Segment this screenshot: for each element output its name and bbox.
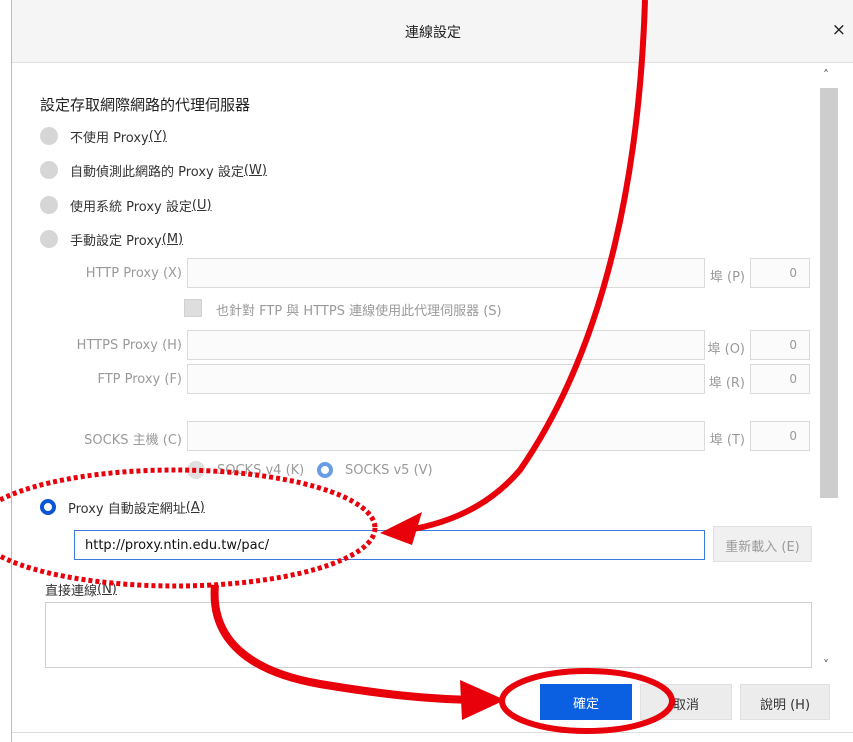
scroll-up-icon[interactable]: ˄ <box>823 68 829 82</box>
radio-no-proxy[interactable]: 不使用 Proxy (Y) <box>40 125 167 147</box>
radio-label: Proxy 自動設定網址 <box>68 501 186 517</box>
socks-host-label: SOCKS 主機 (C) <box>84 433 182 448</box>
socks-host-input[interactable] <box>187 421 705 451</box>
radio-label: 自動偵測此網路的 Proxy 設定 <box>70 164 244 180</box>
https-proxy-label: HTTPS Proxy (H) <box>76 338 182 353</box>
radio-label: SOCKS v4 (K) <box>217 462 305 478</box>
socks-port-input[interactable]: 0 <box>750 421 810 451</box>
radio-system-proxy[interactable]: 使用系統 Proxy 設定 (U) <box>40 194 212 216</box>
no-proxy-for-textarea[interactable] <box>45 602 812 668</box>
radio-socks-v4[interactable]: SOCKS v4 (K) <box>187 459 304 481</box>
radio-auto-detect[interactable]: 自動偵測此網路的 Proxy 設定 (W) <box>40 159 267 181</box>
scrollbar-thumb[interactable] <box>820 88 838 498</box>
radio-button[interactable] <box>40 127 58 145</box>
access-key: (A) <box>185 499 205 515</box>
access-key: (U) <box>191 197 212 213</box>
radio-label: SOCKS v5 (V) <box>345 462 433 478</box>
help-button[interactable]: 說明 (H) <box>740 684 830 720</box>
radio-auto-config-url[interactable]: Proxy 自動設定網址 (A) <box>40 496 205 518</box>
no-proxy-for-label: 直接連線 (N) <box>45 578 117 600</box>
radio-button[interactable] <box>40 230 58 248</box>
access-key: (M) <box>161 231 184 247</box>
https-port-input[interactable]: 0 <box>750 330 810 360</box>
no-proxy-for-text: 直接連線 <box>45 583 98 599</box>
https-proxy-input[interactable] <box>187 330 705 360</box>
close-icon[interactable]: × <box>832 20 846 40</box>
http-port-label: 埠 (P) <box>709 270 745 285</box>
socks-port-label: 埠 (T) <box>709 433 745 448</box>
radio-button[interactable] <box>187 461 205 479</box>
radio-label: 不使用 Proxy <box>70 130 149 146</box>
radio-label: 手動設定 Proxy <box>70 233 162 249</box>
https-port-label: 埠 (O) <box>707 342 745 357</box>
share-proxy-label: 也針對 FTP 與 HTTPS 連線使用此代理伺服器 (S) <box>216 304 502 319</box>
ftp-port-label: 埠 (R) <box>708 376 745 391</box>
share-proxy-checkbox[interactable] <box>184 299 202 317</box>
scroll-down-icon[interactable]: ˅ <box>823 658 829 672</box>
radio-button[interactable] <box>40 161 58 179</box>
access-key: (Y) <box>148 128 167 144</box>
http-proxy-label: HTTP Proxy (X) <box>85 266 182 281</box>
access-key: (W) <box>243 162 267 178</box>
auto-config-url-input[interactable]: http://proxy.ntin.edu.tw/pac/ <box>74 530 705 560</box>
ftp-proxy-input[interactable] <box>187 364 705 394</box>
radio-button[interactable] <box>40 196 58 214</box>
title-bar: 連線設定 × <box>12 0 853 63</box>
radio-button[interactable] <box>40 499 56 515</box>
access-key: (N) <box>97 581 117 597</box>
scrollbar[interactable]: ˄ ˅ <box>820 68 838 678</box>
radio-socks-v5[interactable]: SOCKS v5 (V) <box>317 459 433 481</box>
ok-button[interactable]: 確定 <box>540 684 632 720</box>
cancel-button[interactable]: 取消 <box>640 684 732 720</box>
http-proxy-input[interactable] <box>187 258 705 288</box>
radio-button[interactable] <box>317 462 333 478</box>
radio-label: 使用系統 Proxy 設定 <box>70 199 192 215</box>
http-port-input[interactable]: 0 <box>750 258 810 288</box>
ftp-proxy-label: FTP Proxy (F) <box>97 372 182 387</box>
connection-settings-dialog: 連線設定 × 設定存取網際網路的代理伺服器 不使用 Proxy (Y) 自動偵測… <box>11 0 853 742</box>
radio-manual-proxy[interactable]: 手動設定 Proxy (M) <box>40 228 183 250</box>
divider <box>12 732 853 733</box>
dialog-title: 連線設定 <box>405 25 461 41</box>
reload-button[interactable]: 重新載入 (E) <box>713 526 812 562</box>
ftp-port-input[interactable]: 0 <box>750 364 810 394</box>
section-title: 設定存取網際網路的代理伺服器 <box>40 96 251 114</box>
